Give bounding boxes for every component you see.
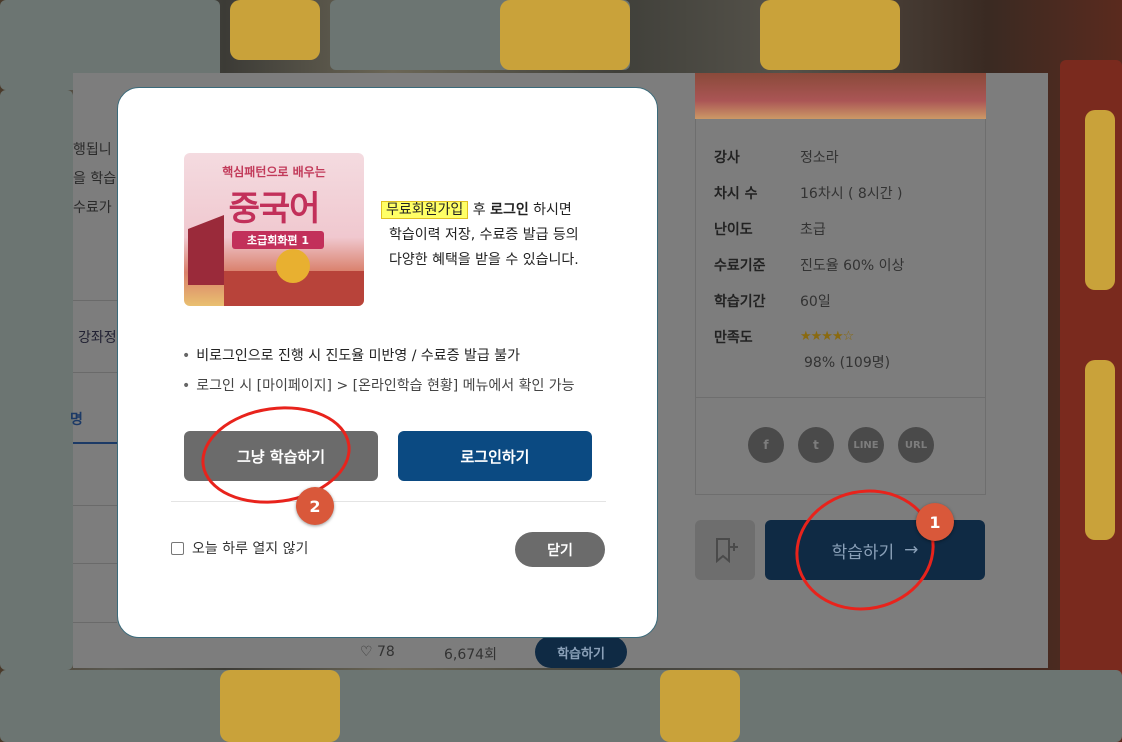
bottom-learn-button[interactable]: 학습하기 bbox=[535, 636, 627, 668]
info-key: 만족도 bbox=[714, 330, 753, 346]
page-left-text: 행됩니 을 학습 수료가 bbox=[73, 136, 116, 223]
dont-show-today-checkbox[interactable] bbox=[171, 541, 184, 555]
info-key: 난이도 bbox=[714, 222, 753, 238]
bookmark-add-icon bbox=[716, 538, 738, 564]
course-image-level: 초급회화편 1 bbox=[232, 231, 324, 249]
likes-count: ♡ 78 bbox=[360, 644, 395, 660]
info-value: 진도율 60% 이상 bbox=[800, 258, 905, 274]
promo-text-part: 하시면 bbox=[528, 202, 572, 218]
course-image-title: 중국어 bbox=[228, 189, 321, 229]
info-key: 수료기준 bbox=[714, 258, 766, 274]
divider bbox=[73, 300, 117, 301]
star-rating-icon: ★★★★☆ bbox=[800, 329, 854, 344]
notice-text: 비로그인으로 진행 시 진도율 미반영 / 수료증 발급 불가 bbox=[196, 348, 520, 364]
course-image: 핵심패턴으로 배우는 중국어 초급회화편 1 bbox=[184, 153, 364, 306]
twitter-icon[interactable]: t bbox=[798, 427, 834, 463]
intro-line: 을 학습 bbox=[73, 171, 117, 187]
course-thumbnail bbox=[695, 73, 986, 119]
dont-show-today-option[interactable]: 오늘 하루 열지 않기 bbox=[171, 538, 308, 558]
line-icon[interactable]: LINE bbox=[848, 427, 884, 463]
promo-text: 무료회원가입 후 로그인 하시면 학습이력 저장, 수료증 발급 등의 다양한 … bbox=[381, 198, 616, 273]
free-signup-highlight: 무료회원가입 bbox=[381, 201, 469, 219]
intro-line: 행됩니 bbox=[73, 142, 112, 158]
divider bbox=[73, 505, 117, 506]
tab-underline bbox=[73, 442, 117, 444]
notice-text: 로그인 시 [마이페이지] > [온라인학습 현황] 메뉴에서 확인 가능 bbox=[196, 378, 575, 394]
promo-line: 다양한 혜택을 받을 수 있습니다. bbox=[389, 252, 579, 268]
info-row-completion: 수료기준 진도율 60% 이상 bbox=[714, 255, 904, 275]
info-row-difficulty: 난이도 초급 bbox=[714, 219, 826, 239]
info-row-instructor: 강사 정소라 bbox=[714, 147, 839, 167]
close-button[interactable]: 닫기 bbox=[515, 532, 605, 567]
info-value: 초급 bbox=[800, 222, 826, 238]
course-image-subtitle: 핵심패턴으로 배우는 bbox=[222, 165, 326, 179]
annotation-badge: 2 bbox=[296, 487, 334, 525]
promo-text-part: 후 bbox=[468, 202, 491, 218]
promo-login-bold: 로그인 bbox=[490, 202, 529, 218]
facebook-icon[interactable]: f bbox=[748, 427, 784, 463]
divider bbox=[696, 397, 985, 398]
divider bbox=[73, 622, 117, 623]
bookmark-button[interactable] bbox=[695, 520, 755, 580]
info-row-period: 학습기간 60일 bbox=[714, 291, 831, 311]
login-button[interactable]: 로그인하기 bbox=[398, 431, 592, 481]
login-prompt-modal: 핵심패턴으로 배우는 중국어 초급회화편 1 무료회원가입 후 로그인 하시면 … bbox=[117, 87, 658, 638]
course-info-card: 강사 정소라 차시 수 16차시 ( 8시간 ) 난이도 초급 수료기준 진도율 60%… bbox=[695, 119, 986, 495]
divider bbox=[171, 501, 606, 502]
divider bbox=[73, 563, 117, 564]
annotation-badge: 1 bbox=[916, 503, 954, 541]
info-row-sessions: 차시 수 16차시 ( 8시간 ) bbox=[714, 183, 903, 203]
tab-course-info[interactable]: 강좌정 bbox=[78, 327, 117, 347]
info-key: 학습기간 bbox=[714, 294, 766, 310]
info-key: 강사 bbox=[714, 150, 740, 166]
info-value: 정소라 bbox=[800, 150, 839, 166]
intro-line: 수료가 bbox=[73, 200, 112, 216]
promo-line: 학습이력 저장, 수료증 발급 등의 bbox=[389, 227, 579, 243]
divider bbox=[73, 372, 117, 373]
info-value: 16차시 ( 8시간 ) bbox=[800, 186, 903, 202]
likes-value: 78 bbox=[377, 644, 395, 660]
tab-active[interactable]: 명 bbox=[70, 409, 83, 429]
rating-text: 98% (109명) bbox=[804, 355, 891, 371]
views-count: 6,674회 bbox=[444, 647, 497, 663]
info-value: 60일 bbox=[800, 294, 831, 310]
url-icon[interactable]: URL bbox=[898, 427, 934, 463]
heart-icon: ♡ bbox=[360, 644, 373, 660]
info-row-satisfaction: 만족도 bbox=[714, 327, 800, 347]
notice-list: • 비로그인으로 진행 시 진도율 미반영 / 수료증 발급 불가 • 로그인 시 … bbox=[182, 341, 575, 401]
info-key: 차시 수 bbox=[714, 186, 758, 202]
notice-item: • 로그인 시 [마이페이지] > [온라인학습 현황] 메뉴에서 확인 가능 bbox=[182, 378, 575, 394]
notice-item: • 비로그인으로 진행 시 진도율 미반영 / 수료증 발급 불가 bbox=[182, 348, 520, 364]
dont-show-today-label: 오늘 하루 열지 않기 bbox=[192, 541, 309, 557]
